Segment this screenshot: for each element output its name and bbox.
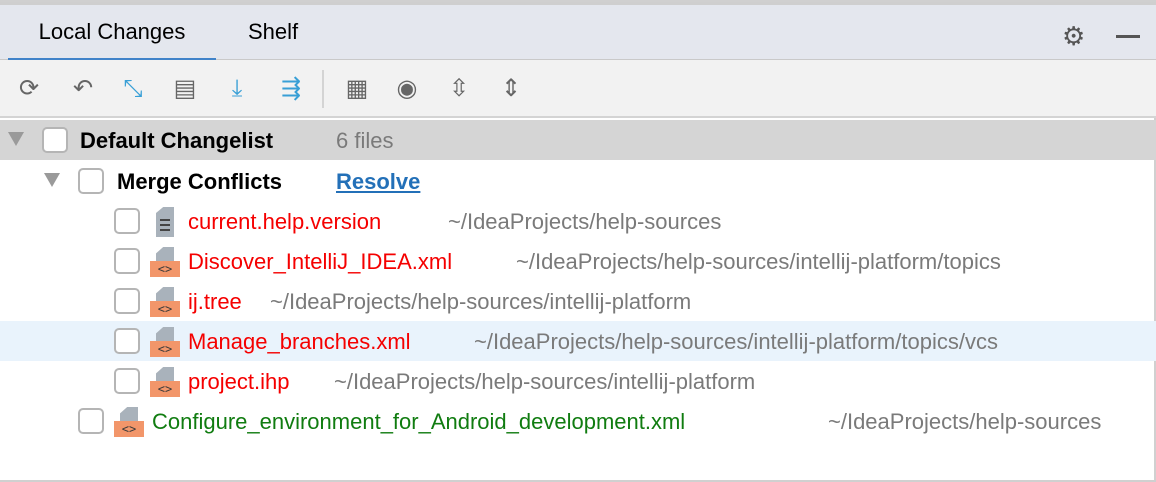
shelve-icon[interactable]: ⇶ <box>276 74 306 104</box>
expand-triangle-icon[interactable] <box>8 132 24 146</box>
file-name: Manage_branches.xml <box>188 329 411 354</box>
xml-file-icon: <> <box>150 367 180 397</box>
file-row[interactable]: <> project.ihp ~/IdeaProjects/help-sourc… <box>0 361 1156 401</box>
file-name: Discover_IntelliJ_IDEA.xml <box>188 249 453 274</box>
file-path: ~/IdeaProjects/help-sources/intellij-pla… <box>334 369 756 394</box>
file-row-selected[interactable]: <> Manage_branches.xml ~/IdeaProjects/he… <box>0 321 1156 361</box>
tab-shelf[interactable]: Shelf <box>248 19 298 45</box>
tab-bar: Local Changes Shelf ⚙ <box>0 2 1156 63</box>
resolve-link[interactable]: Resolve <box>336 169 420 195</box>
update-icon[interactable]: ⤓ <box>222 74 252 104</box>
file-row[interactable]: current.help.version ~/IdeaProjects/help… <box>0 201 1156 241</box>
changelist-count: 6 files <box>336 128 394 153</box>
changelist-row[interactable]: Default Changelist 6 files <box>0 120 1156 160</box>
file-path: ~/IdeaProjects/help-sources/intellij-pla… <box>270 289 692 314</box>
minimize-icon[interactable] <box>1116 35 1140 38</box>
file-path: ~/IdeaProjects/help-sources <box>828 409 1102 434</box>
file-path: ~/IdeaProjects/help-sources <box>448 209 722 234</box>
group-by-icon[interactable]: ▦ <box>342 74 372 104</box>
gear-icon[interactable]: ⚙ <box>1062 21 1085 52</box>
file-row[interactable]: <> Configure_environment_for_Android_dev… <box>0 401 1156 441</box>
merge-conflicts-checkbox[interactable] <box>78 168 104 194</box>
view-options-icon[interactable]: ◉ <box>392 74 422 104</box>
file-checkbox[interactable] <box>114 328 140 354</box>
tab-local-changes[interactable]: Local Changes <box>8 19 216 63</box>
file-path: ~/IdeaProjects/help-sources/intellij-pla… <box>474 329 998 354</box>
changelist-checkbox[interactable] <box>42 127 68 153</box>
refresh-icon[interactable]: ⟳ <box>14 74 44 104</box>
file-checkbox[interactable] <box>114 248 140 274</box>
xml-file-icon: <> <box>114 407 144 437</box>
file-name: ij.tree <box>188 289 242 314</box>
merge-conflicts-row[interactable]: Merge Conflicts Resolve <box>0 161 1156 201</box>
expand-all-icon[interactable]: ⇳ <box>444 74 474 104</box>
file-row[interactable]: <> Discover_IntelliJ_IDEA.xml ~/IdeaProj… <box>0 241 1156 281</box>
diff-icon[interactable]: ⤡ <box>118 74 148 104</box>
xml-file-icon: <> <box>150 327 180 357</box>
xml-file-icon: <> <box>150 247 180 277</box>
toolbar: ⟳ ↶ ⤡ ▤ ⤓ ⇶ ▦ ◉ ⇳ ⇕ <box>0 60 1156 118</box>
file-checkbox[interactable] <box>114 208 140 234</box>
file-name: current.help.version <box>188 209 382 234</box>
changelist-name: Default Changelist <box>80 128 274 153</box>
file-checkbox[interactable] <box>78 408 104 434</box>
file-name: project.ihp <box>188 369 290 394</box>
commit-message-icon[interactable]: ▤ <box>170 74 200 104</box>
text-file-icon <box>150 207 180 237</box>
toolbar-separator <box>322 70 324 108</box>
merge-conflicts-label: Merge Conflicts <box>117 169 283 194</box>
expand-triangle-icon[interactable] <box>44 173 60 187</box>
file-path: ~/IdeaProjects/help-sources/intellij-pla… <box>516 249 1001 274</box>
file-checkbox[interactable] <box>114 288 140 314</box>
collapse-all-icon[interactable]: ⇕ <box>496 74 526 104</box>
file-name: Configure_environment_for_Android_develo… <box>152 409 686 434</box>
file-checkbox[interactable] <box>114 368 140 394</box>
rollback-icon[interactable]: ↶ <box>68 74 98 104</box>
file-row[interactable]: <> ij.tree ~/IdeaProjects/help-sources/i… <box>0 281 1156 321</box>
xml-file-icon: <> <box>150 287 180 317</box>
